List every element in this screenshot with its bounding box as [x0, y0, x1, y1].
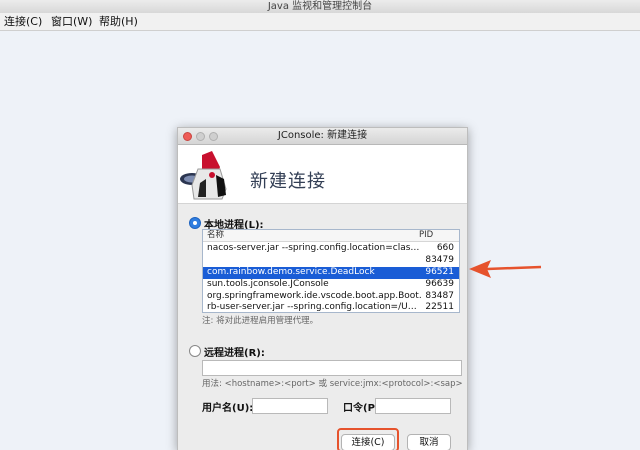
- process-pid: 96521: [425, 267, 454, 277]
- dialog-titlebar: JConsole: 新建连接: [178, 128, 467, 145]
- process-name: nacos-server.jar --spring.config.locatio…: [207, 243, 420, 253]
- local-process-radio[interactable]: [189, 217, 201, 229]
- close-window-button[interactable]: [183, 132, 192, 141]
- username-label: 用户名(U):: [202, 403, 254, 414]
- annotation-arrow-icon: [469, 260, 542, 278]
- table-row[interactable]: sun.tools.jconsole.JConsole 96639: [203, 279, 459, 291]
- table-row-selected[interactable]: com.rainbow.demo.service.DeadLock 96521: [203, 267, 459, 279]
- table-header: 名称 PID: [203, 230, 459, 242]
- dialog-title: JConsole: 新建连接: [277, 130, 368, 141]
- menu-help[interactable]: 帮助(H): [99, 13, 138, 30]
- process-name: org.springframework.ide.vscode.boot.app.…: [207, 291, 421, 301]
- menu-window[interactable]: 窗口(W): [51, 13, 92, 30]
- process-table[interactable]: 名称 PID nacos-server.jar --spring.config.…: [202, 229, 460, 313]
- new-connection-dialog: JConsole: 新建连接 新建连接 本地进程(L): 名称 PID naco…: [177, 127, 468, 450]
- process-pid: 660: [436, 243, 454, 253]
- minimize-window-button[interactable]: [196, 132, 205, 141]
- duke-mascot-icon: [180, 151, 227, 200]
- table-row[interactable]: nacos-server.jar --spring.config.locatio…: [203, 243, 459, 255]
- process-pid: 96639: [425, 279, 454, 289]
- process-pid: 83487: [425, 291, 454, 301]
- app-title: Java 监视和管理控制台: [267, 1, 373, 12]
- process-pid: 83479: [425, 255, 454, 265]
- menu-connection[interactable]: 连接(C): [4, 13, 42, 30]
- connect-button[interactable]: 连接(C): [341, 434, 395, 450]
- app-titlebar: Java 监视和管理控制台: [0, 0, 640, 14]
- table-row[interactable]: org.springframework.ide.vscode.boot.app.…: [203, 291, 459, 303]
- column-header-name[interactable]: 名称: [207, 230, 224, 241]
- local-process-note: 注: 将对此进程启用管理代理。: [202, 316, 319, 326]
- table-row[interactable]: 83479: [203, 255, 459, 267]
- cancel-button[interactable]: 取消: [407, 434, 451, 450]
- process-name: rb-user-server.jar --spring.config.locat…: [207, 302, 417, 312]
- table-row[interactable]: rb-user-server.jar --spring.config.locat…: [203, 302, 459, 312]
- menu-bar: 连接(C) 窗口(W) 帮助(H): [0, 13, 640, 31]
- username-field[interactable]: [252, 398, 328, 414]
- remote-process-radio[interactable]: [189, 345, 201, 357]
- zoom-window-button[interactable]: [209, 132, 218, 141]
- dialog-header-title: 新建连接: [250, 171, 326, 192]
- remote-usage-hint: 用法: <hostname>:<port> 或 service:jmx:<pro…: [202, 379, 463, 389]
- remote-process-input[interactable]: [202, 360, 462, 376]
- password-field[interactable]: [375, 398, 451, 414]
- process-pid: 22511: [425, 302, 454, 312]
- process-name: sun.tools.jconsole.JConsole: [207, 279, 329, 289]
- remote-process-label: 远程进程(R):: [204, 348, 265, 359]
- dialog-header: 新建连接: [178, 145, 467, 204]
- column-header-pid[interactable]: PID: [419, 230, 433, 241]
- process-name: com.rainbow.demo.service.DeadLock: [207, 267, 375, 277]
